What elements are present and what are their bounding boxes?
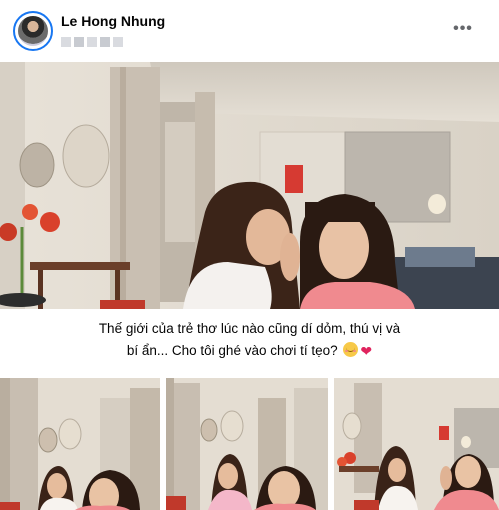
more-options-icon[interactable]: ••• — [450, 18, 476, 40]
photo-thumbnail[interactable] — [334, 378, 499, 510]
photo-thumbnail-image — [166, 378, 328, 510]
caption-line-1: Thế giới của trẻ thơ lúc nào cũng dí dỏm… — [98, 321, 401, 336]
smiling-face-icon — [343, 342, 359, 357]
post-header: Le Hong Nhung ••• — [0, 0, 499, 62]
post-meta-blurred — [61, 34, 127, 47]
facebook-post: Le Hong Nhung ••• Thế giới của trẻ thơ l… — [0, 0, 499, 510]
main-photo-image — [0, 62, 499, 309]
photo-grid — [0, 378, 499, 510]
avatar[interactable] — [13, 11, 53, 51]
caption-line-2-text: bí ẩn... Cho tôi ghé vào chơi tí tẹo? — [126, 343, 338, 358]
main-photo[interactable] — [0, 62, 499, 309]
post-caption: Thế giới của trẻ thơ lúc nào cũng dí dỏm… — [0, 318, 499, 362]
photo-thumbnail-image — [334, 378, 499, 510]
photo-thumbnail[interactable] — [0, 378, 160, 510]
photo-thumbnail[interactable] — [166, 378, 328, 510]
caption-line-2: bí ẩn... Cho tôi ghé vào chơi tí tẹo? ❤ — [0, 340, 499, 362]
avatar-image — [18, 16, 48, 46]
red-heart-icon: ❤ — [360, 343, 373, 359]
photo-thumbnail-image — [0, 378, 160, 510]
author-name[interactable]: Le Hong Nhung — [61, 13, 165, 29]
